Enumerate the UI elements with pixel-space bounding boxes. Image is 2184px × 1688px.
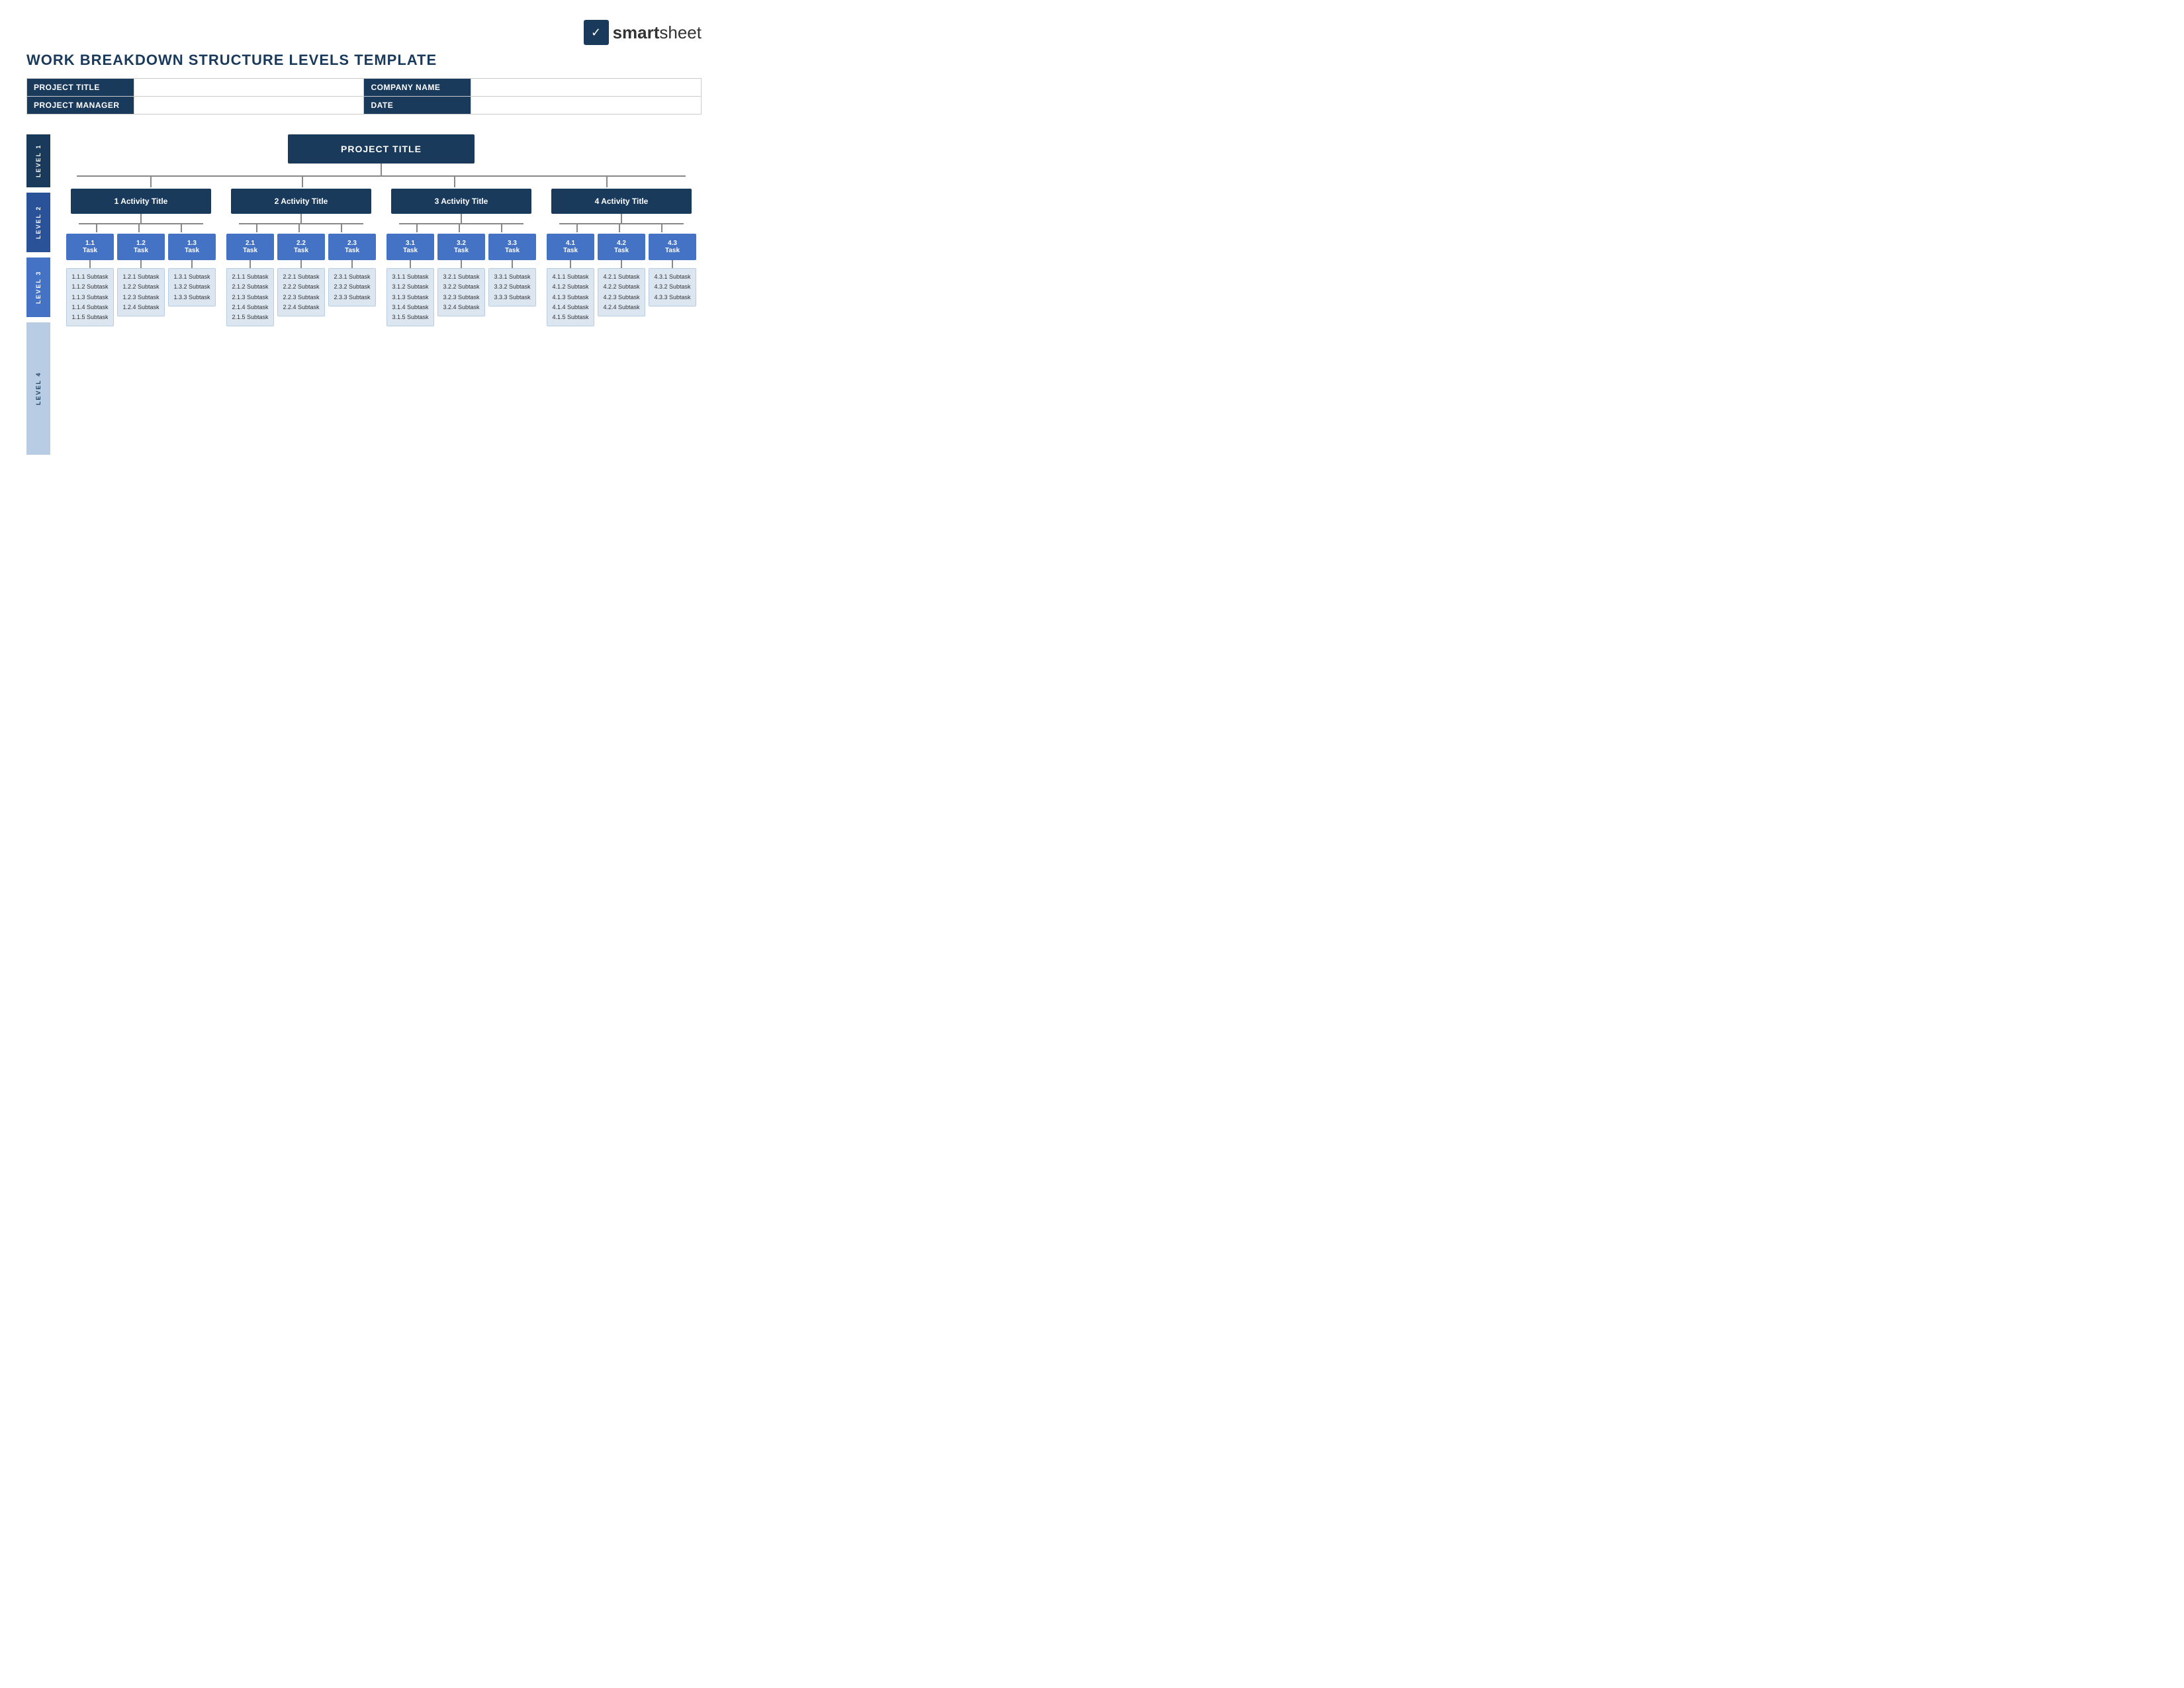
- a1-t3-drop: [181, 223, 182, 232]
- a1-tasks-row: 1.1 Task 1.1.1 Subtask 1.1.2 Subtask 1.1…: [66, 234, 216, 326]
- project-title-value[interactable]: [134, 79, 364, 97]
- task-2-2-subtasks: 2.2.1 Subtask 2.2.2 Subtask 2.2.3 Subtas…: [277, 268, 325, 316]
- project-title-label: PROJECT TITLE: [27, 79, 134, 97]
- task-1-2-box: 1.2Task: [117, 234, 165, 260]
- task-4-2-box: 4.2Task: [598, 234, 645, 260]
- activity-1-box: 1 Activity Title: [71, 189, 212, 214]
- task-4-1-subtasks: 4.1.1 Subtask 4.1.2 Subtask 4.1.3 Subtas…: [547, 268, 594, 326]
- v-drop-2: [302, 175, 303, 187]
- v-drop-4: [606, 175, 608, 187]
- task-3-3-group: 3.3Task 3.3.1 Subtask 3.3.2 Subtask 3.3.…: [488, 234, 536, 326]
- task-1-2-subtasks: 1.2.1 Subtask 1.2.2 Subtask 1.2.3 Subtas…: [117, 268, 165, 316]
- a3-h-tasks: [399, 223, 524, 224]
- a4-h-tasks: [559, 223, 684, 224]
- level-2-label: LEVEL 2: [26, 193, 50, 252]
- h-connector-l2: [77, 175, 686, 177]
- date-label: DATE: [364, 97, 471, 115]
- logo-text: smartsheet: [613, 23, 702, 43]
- task-4-1-box: 4.1Task: [547, 234, 594, 260]
- project-manager-value[interactable]: [134, 97, 364, 115]
- a1-t2-drop: [138, 223, 140, 232]
- level-4-label: LEVEL 4: [26, 322, 50, 455]
- task-2-1-subtasks: 2.1.1 Subtask 2.1.2 Subtask 2.1.3 Subtas…: [226, 268, 274, 326]
- task-3-2-subtasks: 3.2.1 Subtask 3.2.2 Subtask 3.2.3 Subtas…: [437, 268, 485, 316]
- activity-3-group: 3 Activity Title 3.1Task 3.1.1 Subtask 3…: [381, 189, 541, 326]
- a1-h-tasks: [79, 223, 204, 224]
- company-name-value[interactable]: [471, 79, 702, 97]
- task-1-3-group: 1.3Task 1.3.1 Subtask 1.3.2 Subtask 1.3.…: [168, 234, 216, 326]
- task-3-1-subtasks: 3.1.1 Subtask 3.1.2 Subtask 3.1.3 Subtas…: [387, 268, 434, 326]
- level-3-label: LEVEL 3: [26, 258, 50, 317]
- activity-1-group: 1 Activity Title 1.1 Task 1.1.1 Subtask …: [61, 189, 221, 326]
- smartsheet-logo: ✓ smartsheet: [584, 20, 702, 45]
- date-value[interactable]: [471, 97, 702, 115]
- task-1-1-box: 1.1 Task: [66, 234, 114, 260]
- project-manager-label: PROJECT MANAGER: [27, 97, 134, 115]
- task-4-2-subtasks: 4.2.1 Subtask 4.2.2 Subtask 4.2.3 Subtas…: [598, 268, 645, 316]
- task-2-1-group: 2.1Task 2.1.1 Subtask 2.1.2 Subtask 2.1.…: [226, 234, 274, 326]
- task-1-1-group: 1.1 Task 1.1.1 Subtask 1.1.2 Subtask 1.1…: [66, 234, 114, 326]
- level-1-label: LEVEL 1: [26, 134, 50, 187]
- task-4-1-group: 4.1Task 4.1.1 Subtask 4.1.2 Subtask 4.1.…: [547, 234, 594, 326]
- task-4-2-group: 4.2Task 4.2.1 Subtask 4.2.2 Subtask 4.2.…: [598, 234, 645, 326]
- a1-t1-drop: [96, 223, 97, 232]
- task-3-2-group: 3.2Task 3.2.1 Subtask 3.2.2 Subtask 3.2.…: [437, 234, 485, 326]
- info-table: PROJECT TITLE COMPANY NAME PROJECT MANAG…: [26, 78, 702, 115]
- task-3-2-box: 3.2Task: [437, 234, 485, 260]
- a1-down: [140, 214, 142, 223]
- project-title-node: PROJECT TITLE: [288, 134, 475, 164]
- level-sidebar: LEVEL 1 LEVEL 2 LEVEL 3 LEVEL 4: [26, 134, 50, 455]
- a3-tasks-row: 3.1Task 3.1.1 Subtask 3.1.2 Subtask 3.1.…: [387, 234, 536, 326]
- activity-4-group: 4 Activity Title 4.1Task 4.1.1 Subtask 4…: [541, 189, 702, 326]
- task-2-3-group: 2.3Task 2.3.1 Subtask 2.3.2 Subtask 2.3.…: [328, 234, 376, 326]
- task-4-3-group: 4.3Task 4.3.1 Subtask 4.3.2 Subtask 4.3.…: [649, 234, 696, 326]
- activity-4-box: 4 Activity Title: [551, 189, 692, 214]
- task-2-3-subtasks: 2.3.1 Subtask 2.3.2 Subtask 2.3.3 Subtas…: [328, 268, 376, 306]
- logo-check-icon: ✓: [584, 20, 609, 45]
- task-1-3-subtasks: 1.3.1 Subtask 1.3.2 Subtask 1.3.3 Subtas…: [168, 268, 216, 306]
- activity-3-box: 3 Activity Title: [391, 189, 532, 214]
- task-2-1-box: 2.1Task: [226, 234, 274, 260]
- a4-tasks-row: 4.1Task 4.1.1 Subtask 4.1.2 Subtask 4.1.…: [547, 234, 696, 326]
- activity-2-group: 2 Activity Title 2.1Task 2.1.1 Subtask 2…: [221, 189, 381, 326]
- connector-l1-down: [381, 164, 382, 175]
- a2-tasks-row: 2.1Task 2.1.1 Subtask 2.1.2 Subtask 2.1.…: [226, 234, 376, 326]
- task-1-3-box: 1.3Task: [168, 234, 216, 260]
- task-2-2-group: 2.2Task 2.2.1 Subtask 2.2.2 Subtask 2.2.…: [277, 234, 325, 326]
- activity-2-box: 2 Activity Title: [231, 189, 372, 214]
- task-1-1-subtasks: 1.1.1 Subtask 1.1.2 Subtask 1.1.3 Subtas…: [66, 268, 114, 326]
- logo-area: ✓ smartsheet: [26, 20, 702, 45]
- v-drop-1: [150, 175, 152, 187]
- l2-row: 1 Activity Title 1.1 Task 1.1.1 Subtask …: [61, 189, 702, 326]
- task-2-2-box: 2.2Task: [277, 234, 325, 260]
- task-3-3-box: 3.3Task: [488, 234, 536, 260]
- page-title: WORK BREAKDOWN STRUCTURE LEVELS TEMPLATE: [26, 52, 702, 69]
- task-4-3-subtasks: 4.3.1 Subtask 4.3.2 Subtask 4.3.3 Subtas…: [649, 268, 696, 306]
- a2-h-tasks: [239, 223, 364, 224]
- task-3-1-group: 3.1Task 3.1.1 Subtask 3.1.2 Subtask 3.1.…: [387, 234, 434, 326]
- task-3-1-box: 3.1Task: [387, 234, 434, 260]
- v-drop-3: [454, 175, 455, 187]
- task-3-3-subtasks: 3.3.1 Subtask 3.3.2 Subtask 3.3.3 Subtas…: [488, 268, 536, 306]
- task-4-3-box: 4.3Task: [649, 234, 696, 260]
- task-2-3-box: 2.3Task: [328, 234, 376, 260]
- task-1-2-group: 1.2Task 1.2.1 Subtask 1.2.2 Subtask 1.2.…: [117, 234, 165, 326]
- wbs-main: PROJECT TITLE 1 Activity Title: [61, 134, 702, 455]
- company-name-label: COMPANY NAME: [364, 79, 471, 97]
